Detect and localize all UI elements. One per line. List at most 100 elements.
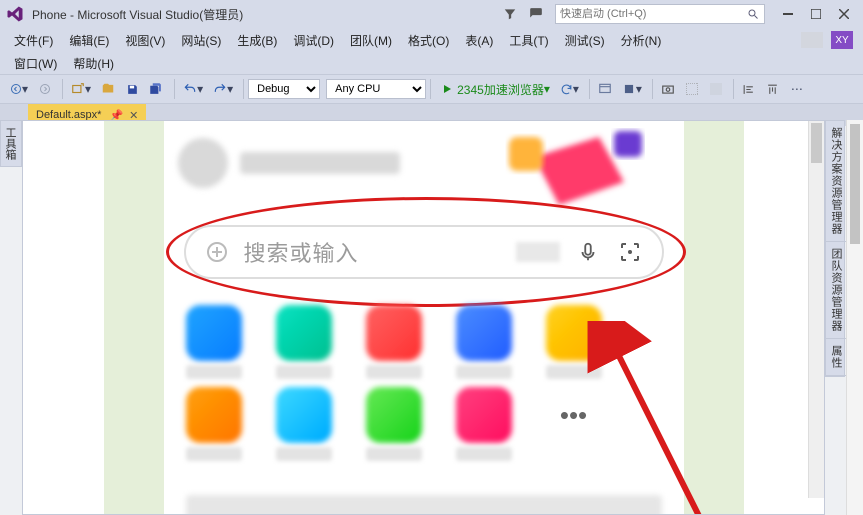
redo-button[interactable]: ▾ <box>209 78 237 100</box>
app-tile[interactable] <box>546 305 602 361</box>
scrollbar-thumb[interactable] <box>850 124 860 244</box>
app-tile-wrap[interactable] <box>276 387 332 461</box>
save-all-button[interactable] <box>145 78 168 100</box>
menu-item[interactable]: 网站(S) <box>173 30 229 51</box>
menu-item[interactable]: 格式(O) <box>400 30 457 51</box>
extension-button[interactable]: ▾ <box>618 78 646 100</box>
menu-item[interactable]: 编辑(E) <box>61 30 117 51</box>
close-button[interactable] <box>831 3 857 25</box>
corner-graphic <box>504 127 674 217</box>
browser-link-button[interactable] <box>594 78 616 100</box>
quick-launch-box[interactable] <box>555 4 765 24</box>
microphone-icon[interactable] <box>574 238 602 266</box>
designer-surface: 搜索或输入 ••• <box>22 120 825 515</box>
app-tile-wrap[interactable] <box>546 305 602 379</box>
blurred-text <box>240 152 400 174</box>
app-tile-wrap[interactable] <box>456 305 512 379</box>
right-tool-rail: 解决方案资源管理器团队资源管理器属性 <box>825 120 845 377</box>
phone-screen: 搜索或输入 ••• <box>164 121 684 514</box>
app-tile-wrap[interactable] <box>366 387 422 461</box>
visual-studio-logo-icon <box>6 5 24 23</box>
title-bar: Phone - Microsoft Visual Studio(管理员) <box>0 0 863 28</box>
app-tile[interactable] <box>456 387 512 443</box>
snap-toggle-icon[interactable] <box>705 78 727 100</box>
menu-item[interactable]: 表(A) <box>457 30 501 51</box>
save-button[interactable] <box>121 78 143 100</box>
app-tile[interactable] <box>456 305 512 361</box>
undo-button[interactable]: ▾ <box>179 78 207 100</box>
minimize-button[interactable] <box>775 3 801 25</box>
app-label-blurred <box>186 447 242 461</box>
menu-item[interactable]: 工具(T) <box>501 30 556 51</box>
app-tile[interactable] <box>276 305 332 361</box>
toolbox-tab[interactable]: 工具箱 <box>0 120 22 167</box>
scrollbar-thumb[interactable] <box>811 123 822 163</box>
menu-item[interactable]: 文件(F) <box>6 30 61 51</box>
menu-item[interactable]: 帮助(H) <box>65 53 122 74</box>
right-rail-tab[interactable]: 解决方案资源管理器 <box>826 121 846 242</box>
right-rail-tab[interactable]: 团队资源管理器 <box>826 242 846 339</box>
menu-item[interactable]: 测试(S) <box>557 30 613 51</box>
menu-item[interactable]: 团队(M) <box>342 30 400 51</box>
search-icon[interactable] <box>746 7 760 21</box>
app-label-blurred <box>456 365 512 379</box>
app-row: ••• <box>186 387 662 461</box>
open-file-button[interactable] <box>97 78 119 100</box>
search-area: 搜索或输入 <box>184 225 664 279</box>
outer-vertical-scrollbar[interactable] <box>846 120 863 515</box>
refresh-button[interactable]: ▾ <box>556 78 583 100</box>
new-project-button[interactable]: ▾ <box>67 78 95 100</box>
app-label-blurred <box>456 447 512 461</box>
app-label-blurred <box>186 365 242 379</box>
align-left-icon[interactable] <box>738 78 760 100</box>
app-tile-wrap[interactable] <box>366 305 422 379</box>
menu-item[interactable]: 分析(N) <box>613 30 670 51</box>
app-tile[interactable] <box>276 387 332 443</box>
menu-item[interactable]: 生成(B) <box>229 30 285 51</box>
configuration-select[interactable]: Debug <box>248 79 320 99</box>
nav-forward-button[interactable] <box>34 78 56 100</box>
app-tile-wrap[interactable] <box>186 387 242 461</box>
align-top-icon[interactable] <box>762 78 784 100</box>
user-badge[interactable]: XY <box>831 31 853 49</box>
standard-toolbar: ▾ ▾ ▾ ▾ Debug Any CPU 2345加速浏览器 ▾ ▾ ▾ ⋯ <box>0 74 863 104</box>
menu-item[interactable]: 视图(V) <box>117 30 173 51</box>
start-debug-button[interactable]: 2345加速浏览器 ▾ <box>435 81 556 98</box>
nav-back-button[interactable]: ▾ <box>6 78 32 100</box>
search-bar[interactable]: 搜索或输入 <box>184 225 664 279</box>
platform-select[interactable]: Any CPU <box>326 79 426 99</box>
run-target-label: 2345加速浏览器 <box>457 81 544 98</box>
feedback-icon[interactable] <box>525 3 547 25</box>
menu-bar: 文件(F)编辑(E)视图(V)网站(S)生成(B)调试(D)团队(M)格式(O)… <box>0 28 863 52</box>
app-label-blurred <box>276 447 332 461</box>
notifications-filter-icon[interactable] <box>499 3 521 25</box>
app-tile-wrap[interactable] <box>456 387 512 461</box>
app-tile[interactable] <box>366 305 422 361</box>
app-tile-wrap[interactable] <box>186 305 242 379</box>
menu-item[interactable]: 窗口(W) <box>6 53 65 74</box>
designer-vertical-scrollbar[interactable] <box>808 121 824 498</box>
menu-item[interactable]: 调试(D) <box>285 30 342 51</box>
grid-toggle-icon[interactable] <box>681 78 703 100</box>
user-placeholder-icon[interactable] <box>801 32 823 48</box>
app-tile-wrap[interactable] <box>276 305 332 379</box>
app-tile[interactable] <box>186 387 242 443</box>
more-apps-button[interactable]: ••• <box>546 387 602 443</box>
app-tile[interactable] <box>186 305 242 361</box>
app-row <box>186 305 662 379</box>
app-label-blurred <box>546 365 602 379</box>
camera-icon[interactable] <box>657 78 679 100</box>
quick-launch-input[interactable] <box>560 8 746 20</box>
app-label-blurred <box>366 447 422 461</box>
window-title: Phone - Microsoft Visual Studio(管理员) <box>32 6 243 23</box>
app-label-blurred <box>276 365 332 379</box>
menu-bar-row2: 窗口(W)帮助(H) <box>0 52 863 74</box>
overflow-button[interactable]: ⋯ <box>786 78 808 100</box>
designer-viewport[interactable]: 搜索或输入 ••• <box>23 121 824 514</box>
right-rail-tab[interactable]: 属性 <box>826 339 846 376</box>
scan-icon[interactable] <box>616 238 644 266</box>
app-tile[interactable] <box>366 387 422 443</box>
search-placeholder: 搜索或输入 <box>244 236 502 268</box>
maximize-button[interactable] <box>803 3 829 25</box>
search-engine-icon <box>204 239 230 265</box>
